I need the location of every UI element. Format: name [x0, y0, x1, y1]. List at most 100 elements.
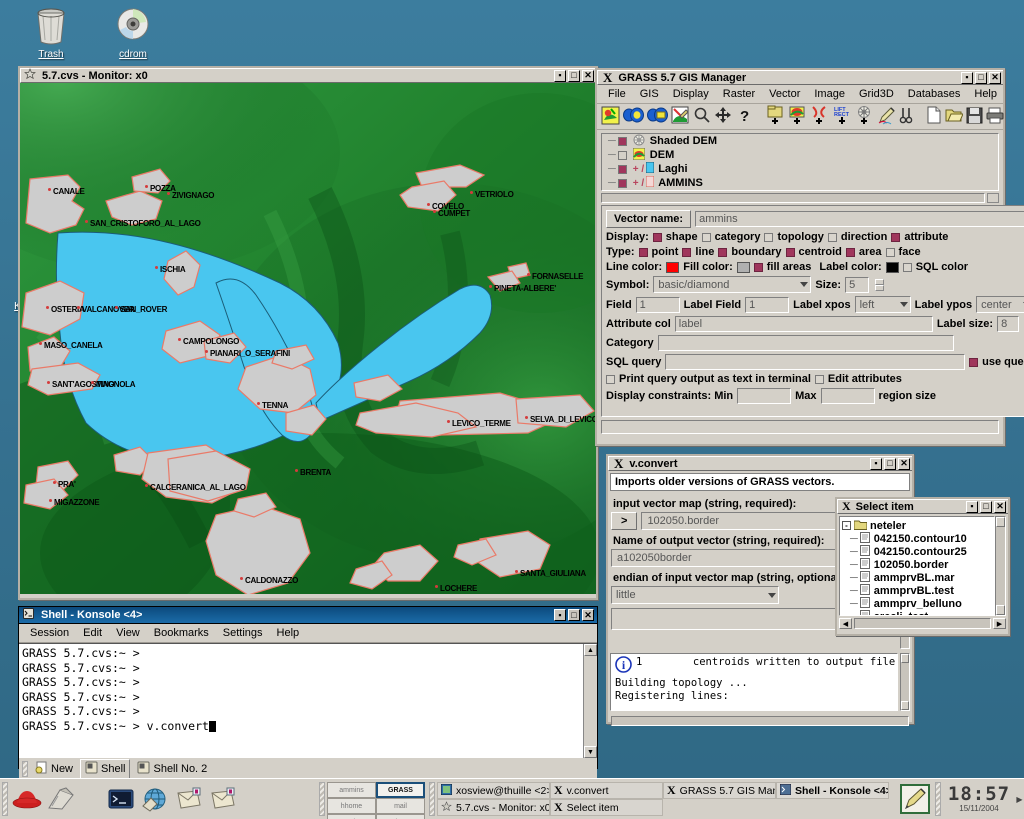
map-canvas[interactable]: CANALEPOZZAZIVIGNAGOVETRIOLOCOVELOCUMPET… [20, 83, 596, 594]
label-xpos-combo[interactable]: left [855, 296, 911, 313]
file-tree-item[interactable]: ─areali_test [842, 610, 994, 616]
pane-resize-grip[interactable] [987, 193, 999, 203]
pager-cell[interactable]: mail [376, 798, 425, 814]
file-tree-item[interactable]: ─042150.contour10 [842, 532, 994, 545]
konsole-tab-shell[interactable]: Shell [80, 759, 130, 779]
konsole-tabbar[interactable]: New Shell Shell No. 2 [19, 758, 597, 780]
type-face-checkbox[interactable] [886, 248, 895, 257]
map-monitor-window[interactable]: 5.7.cvs - Monitor: x0 ▪ □ ✕ [18, 66, 598, 600]
layer-tree[interactable]: ─ Shaded DEM ─ DEM ─ [601, 133, 999, 191]
display-topology-checkbox[interactable] [764, 233, 773, 242]
hscroll-trough[interactable] [854, 618, 991, 629]
menu-view[interactable]: View [109, 626, 147, 640]
save-file-icon[interactable] [966, 107, 983, 127]
file-tree-hscrollbar[interactable]: ◀ ▶ [839, 618, 1006, 629]
menu-image[interactable]: Image [807, 87, 852, 101]
browser-icon[interactable] [138, 782, 172, 816]
vector-name-input[interactable]: ammins [695, 211, 1024, 227]
tasklist-grip[interactable] [429, 782, 435, 816]
render-all-icon[interactable] [623, 106, 644, 127]
menu-edit[interactable]: Edit [76, 626, 109, 640]
select-item-window[interactable]: X Select item ▪ □ ✕ - neteler ─042150.co… [835, 497, 1010, 636]
display-attribute-checkbox[interactable] [891, 233, 900, 242]
add-raster-layer-icon[interactable] [788, 105, 807, 128]
map-close-button[interactable]: ✕ [582, 70, 594, 82]
gism-maximize-button[interactable]: □ [975, 72, 987, 84]
pan-icon[interactable] [714, 106, 732, 127]
symbol-combo[interactable]: basic/diamond [653, 276, 811, 293]
add-shaded-relief-icon[interactable] [855, 105, 874, 128]
gism-close-button[interactable]: ✕ [989, 72, 1001, 84]
selitem-close-button[interactable]: ✕ [994, 501, 1006, 513]
size-input[interactable]: 5 [845, 277, 869, 293]
mail2-icon[interactable] [206, 782, 240, 816]
display-region-icon[interactable] [601, 106, 620, 128]
file-tree-item[interactable]: ─102050.border [842, 558, 994, 571]
layer-row-ammins[interactable]: ─ + / AMMINS [602, 176, 998, 190]
redhat-menu-icon[interactable] [10, 782, 44, 816]
gis-manager-window[interactable]: X GRASS 5.7 GIS Manager ▪ □ ✕ File GIS D… [595, 68, 1005, 446]
gis-manager-titlebar[interactable]: X GRASS 5.7 GIS Manager ▪ □ ✕ [597, 70, 1003, 85]
use-query-checkbox[interactable] [969, 358, 978, 367]
max-input[interactable] [821, 388, 875, 404]
pager-cell[interactable]: xosview [327, 814, 376, 819]
taskbar-task[interactable]: Shell - Konsole <4> [776, 782, 889, 799]
label-ypos-combo[interactable]: center [976, 296, 1024, 313]
taskbar-task[interactable]: xosview@thuille <2> [437, 782, 550, 799]
terminal-icon[interactable] [104, 782, 138, 816]
category-input[interactable] [658, 335, 954, 351]
terminal-output[interactable]: GRASS 5.7.cvs:~ > GRASS 5.7.cvs:~ > GRAS… [19, 644, 583, 758]
field-input[interactable]: 1 [636, 297, 680, 313]
new-file-icon[interactable] [926, 106, 942, 127]
taskbar[interactable]: amminsGRASShhomemailxosviewsheet xosview… [0, 778, 1024, 819]
print-icon[interactable] [986, 107, 1004, 127]
map-monitor-titlebar[interactable]: 5.7.cvs - Monitor: x0 ▪ □ ✕ [20, 68, 596, 83]
menu-file[interactable]: File [601, 87, 633, 101]
display-direction-checkbox[interactable] [828, 233, 837, 242]
display-category-checkbox[interactable] [702, 233, 711, 242]
label-color-swatch[interactable] [886, 262, 899, 273]
tree-collapse-icon[interactable]: - [842, 521, 851, 530]
scroll-down-icon[interactable]: ▼ [584, 746, 597, 758]
add-raster-group-icon[interactable] [766, 105, 785, 128]
edit-attributes-checkbox[interactable] [815, 375, 824, 384]
desktop-icon-cdrom[interactable]: cdrom [98, 4, 168, 60]
konsole-tab-shell2[interactable]: Shell No. 2 [133, 760, 211, 778]
pager-grip[interactable] [319, 782, 325, 816]
vector-name-label[interactable]: Vector name: [606, 210, 691, 228]
konsole-menubar[interactable]: Session Edit View Bookmarks Settings Hel… [19, 624, 597, 643]
menu-settings[interactable]: Settings [216, 626, 270, 640]
layer-checkbox[interactable] [618, 137, 627, 146]
type-area-checkbox[interactable] [846, 248, 855, 257]
menu-vector[interactable]: Vector [762, 87, 807, 101]
scroll-up-icon[interactable] [901, 654, 909, 663]
delete-layer-icon[interactable] [899, 106, 914, 127]
menu-help[interactable]: Help [270, 626, 307, 640]
konsole-titlebar[interactable]: Shell - Konsole <4> ▪ □ ✕ [19, 607, 597, 624]
taskbar-task[interactable]: XGRASS 5.7 GIS Manager [663, 782, 776, 799]
display-shape-checkbox[interactable] [653, 233, 662, 242]
terminal-scrollbar[interactable]: ▲ ▼ [583, 644, 597, 758]
layer-row-dem[interactable]: ─ DEM [602, 148, 998, 162]
vector-expand-icon[interactable]: + / [633, 178, 644, 189]
print-query-checkbox[interactable] [606, 375, 615, 384]
fill-color-swatch[interactable] [737, 262, 750, 273]
gis-manager-toolbar[interactable]: ? LIFT RECT [597, 104, 1003, 130]
menu-raster[interactable]: Raster [716, 87, 762, 101]
layer-checkbox[interactable] [618, 165, 627, 174]
selitem-minimize-button[interactable]: ▪ [966, 501, 978, 513]
type-boundary-checkbox[interactable] [718, 248, 727, 257]
map-maximize-button[interactable]: □ [568, 70, 580, 82]
pager-cell[interactable]: hhome [327, 798, 376, 814]
label-field-input[interactable]: 1 [745, 297, 789, 313]
pager-cell[interactable]: sheet [376, 814, 425, 819]
konsole-close-button[interactable]: ✕ [582, 609, 594, 621]
scroll-down-icon[interactable] [996, 605, 1005, 615]
layer-row-laghi[interactable]: ─ + / Laghi [602, 162, 998, 176]
selitem-maximize-button[interactable]: □ [980, 501, 992, 513]
sql-color-checkbox[interactable] [903, 263, 912, 272]
taskbar-task[interactable]: 5.7.cvs - Monitor: x0 [437, 799, 550, 816]
file-tree-vscrollbar[interactable] [995, 516, 1006, 616]
file-tree-item[interactable]: ─ammprvBL.mar [842, 571, 994, 584]
erase-monitor-icon[interactable] [671, 106, 690, 128]
